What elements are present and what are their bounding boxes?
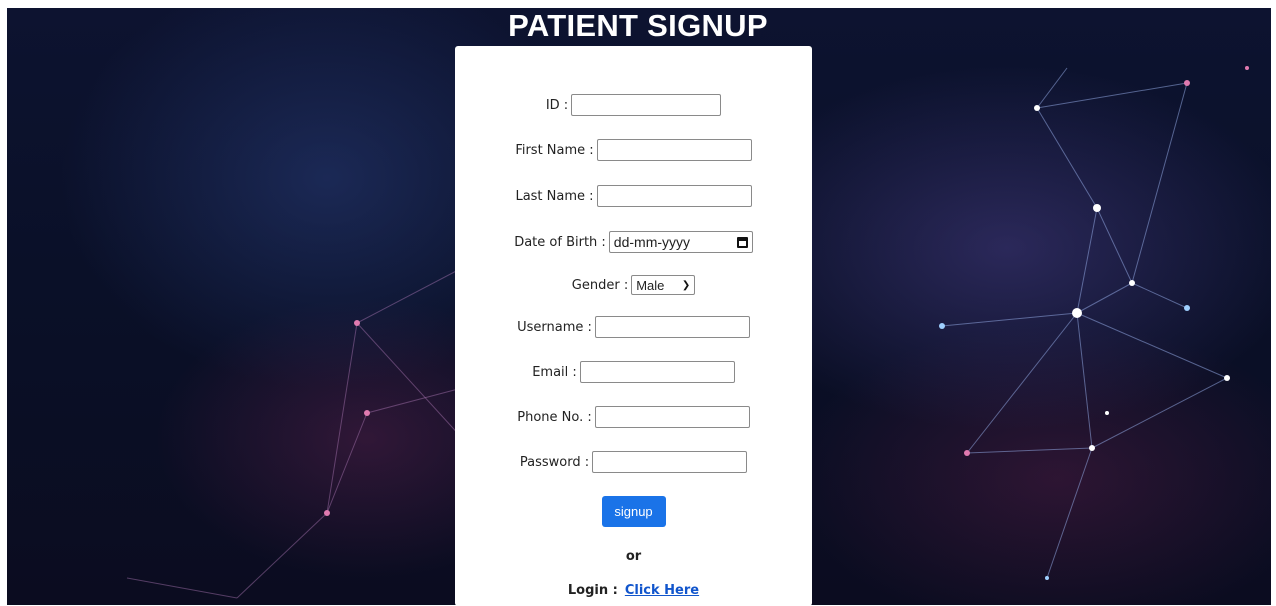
gender-row: Gender : Male ❯ <box>455 275 812 295</box>
phone-input[interactable] <box>594 406 750 428</box>
first-name-label: First Name : <box>515 142 594 158</box>
login-label: Login : <box>567 583 618 598</box>
first-name-row: First Name : <box>455 139 812 161</box>
last-name-label: Last Name : <box>515 188 594 204</box>
password-row: Password : <box>455 451 812 473</box>
signup-form-card: ID : First Name : Last Name : Date of Bi… <box>455 46 812 606</box>
id-row: ID : <box>455 94 812 116</box>
gender-select[interactable]: Male ❯ <box>631 275 696 295</box>
dob-date-input[interactable]: dd-mm-yyyy <box>608 231 753 253</box>
username-row: Username : <box>455 316 812 338</box>
last-name-input[interactable] <box>596 185 752 207</box>
or-row: or <box>455 549 812 564</box>
phone-label: Phone No. : <box>517 409 592 425</box>
chevron-down-icon: ❯ <box>681 279 691 291</box>
dob-row: Date of Birth : dd-mm-yyyy <box>455 231 812 253</box>
signup-row: signup <box>455 496 812 527</box>
id-input[interactable] <box>571 94 722 116</box>
gender-selected-value: Male <box>636 277 665 293</box>
id-label: ID : <box>545 97 569 113</box>
password-label: Password : <box>519 454 590 470</box>
first-name-input[interactable] <box>596 139 752 161</box>
email-label: Email : <box>532 364 577 380</box>
dob-placeholder: dd-mm-yyyy <box>613 234 691 250</box>
email-row: Email : <box>455 361 812 383</box>
or-divider-text: or <box>625 549 642 564</box>
signup-button[interactable]: signup <box>601 496 666 527</box>
page-title: PATIENT SIGNUP <box>508 8 768 43</box>
login-row: Login : Click Here <box>455 583 812 598</box>
password-input[interactable] <box>592 451 748 473</box>
dob-label: Date of Birth : <box>514 234 606 250</box>
username-input[interactable] <box>594 316 750 338</box>
calendar-icon[interactable] <box>736 236 748 248</box>
gender-label: Gender : <box>571 277 629 293</box>
last-name-row: Last Name : <box>455 185 812 207</box>
email-input[interactable] <box>579 361 735 383</box>
login-link[interactable]: Click Here <box>625 583 699 598</box>
phone-row: Phone No. : <box>455 406 812 428</box>
username-label: Username : <box>517 319 592 335</box>
